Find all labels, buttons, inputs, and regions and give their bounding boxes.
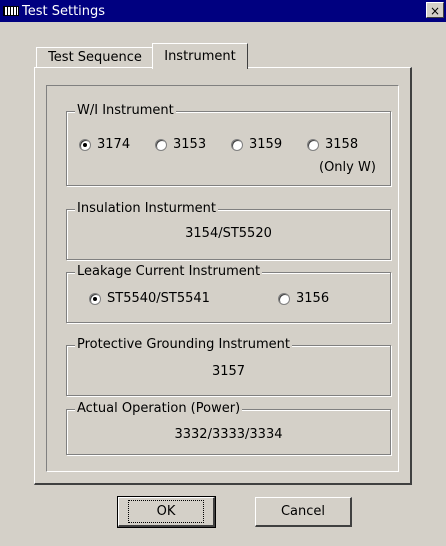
radio-label: ST5540/ST5541	[107, 291, 210, 306]
radio-3153[interactable]: 3153	[155, 137, 206, 152]
radio-button[interactable]	[307, 138, 319, 151]
insulation-instrument-group: Insulation Insturment 3154/ST5520	[66, 201, 391, 260]
radio-label: 3159	[249, 137, 283, 152]
insulation-instrument-value: 3154/ST5520	[185, 226, 272, 241]
actual-operation-group: Actual Operation (Power) 3332/3333/3334	[66, 401, 391, 455]
window-title: Test Settings	[22, 3, 106, 19]
only-w-note: (Only W)	[319, 160, 376, 175]
close-button[interactable]: ×	[426, 2, 444, 18]
radio-st5540[interactable]: ST5540/ST5541	[89, 291, 210, 306]
actual-operation-label: Actual Operation (Power)	[75, 401, 243, 416]
radio-button-checked[interactable]	[79, 138, 91, 151]
radio-3174[interactable]: 3174	[79, 137, 130, 152]
radio-3159[interactable]: 3159	[231, 137, 282, 152]
ok-button-label: OK	[127, 500, 205, 523]
radio-button[interactable]	[155, 138, 167, 151]
radio-3158[interactable]: 3158	[307, 137, 358, 152]
insulation-instrument-label: Insulation Insturment	[75, 201, 218, 216]
wi-instrument-group: W/I Instrument 3174 3153 3159 3158 (Only…	[66, 103, 391, 186]
ok-button[interactable]: OK	[117, 496, 216, 528]
protective-grounding-label: Protective Grounding Instrument	[75, 337, 292, 352]
tab-instrument[interactable]: Instrument	[152, 43, 248, 69]
leakage-current-group: Leakage Current Instrument ST5540/ST5541…	[66, 264, 391, 323]
title-bar: Test Settings ×	[0, 0, 446, 22]
radio-button-checked[interactable]	[89, 292, 101, 305]
radio-label: 3156	[296, 291, 330, 306]
radio-button[interactable]	[231, 138, 243, 151]
tab-test-sequence[interactable]: Test Sequence	[36, 47, 154, 67]
radio-label: 3158	[325, 137, 359, 152]
cancel-button[interactable]: Cancel	[255, 497, 352, 527]
radio-3156[interactable]: 3156	[278, 291, 329, 306]
radio-label: 3153	[173, 137, 207, 152]
protective-grounding-value: 3157	[211, 364, 246, 379]
radio-label: 3174	[97, 137, 131, 152]
protective-grounding-group: Protective Grounding Instrument 3157	[66, 337, 391, 396]
actual-operation-value: 3332/3333/3334	[174, 427, 283, 442]
keyboard-icon	[3, 6, 19, 16]
leakage-current-label: Leakage Current Instrument	[75, 264, 263, 279]
wi-instrument-label: W/I Instrument	[75, 103, 176, 118]
radio-button[interactable]	[278, 292, 290, 305]
